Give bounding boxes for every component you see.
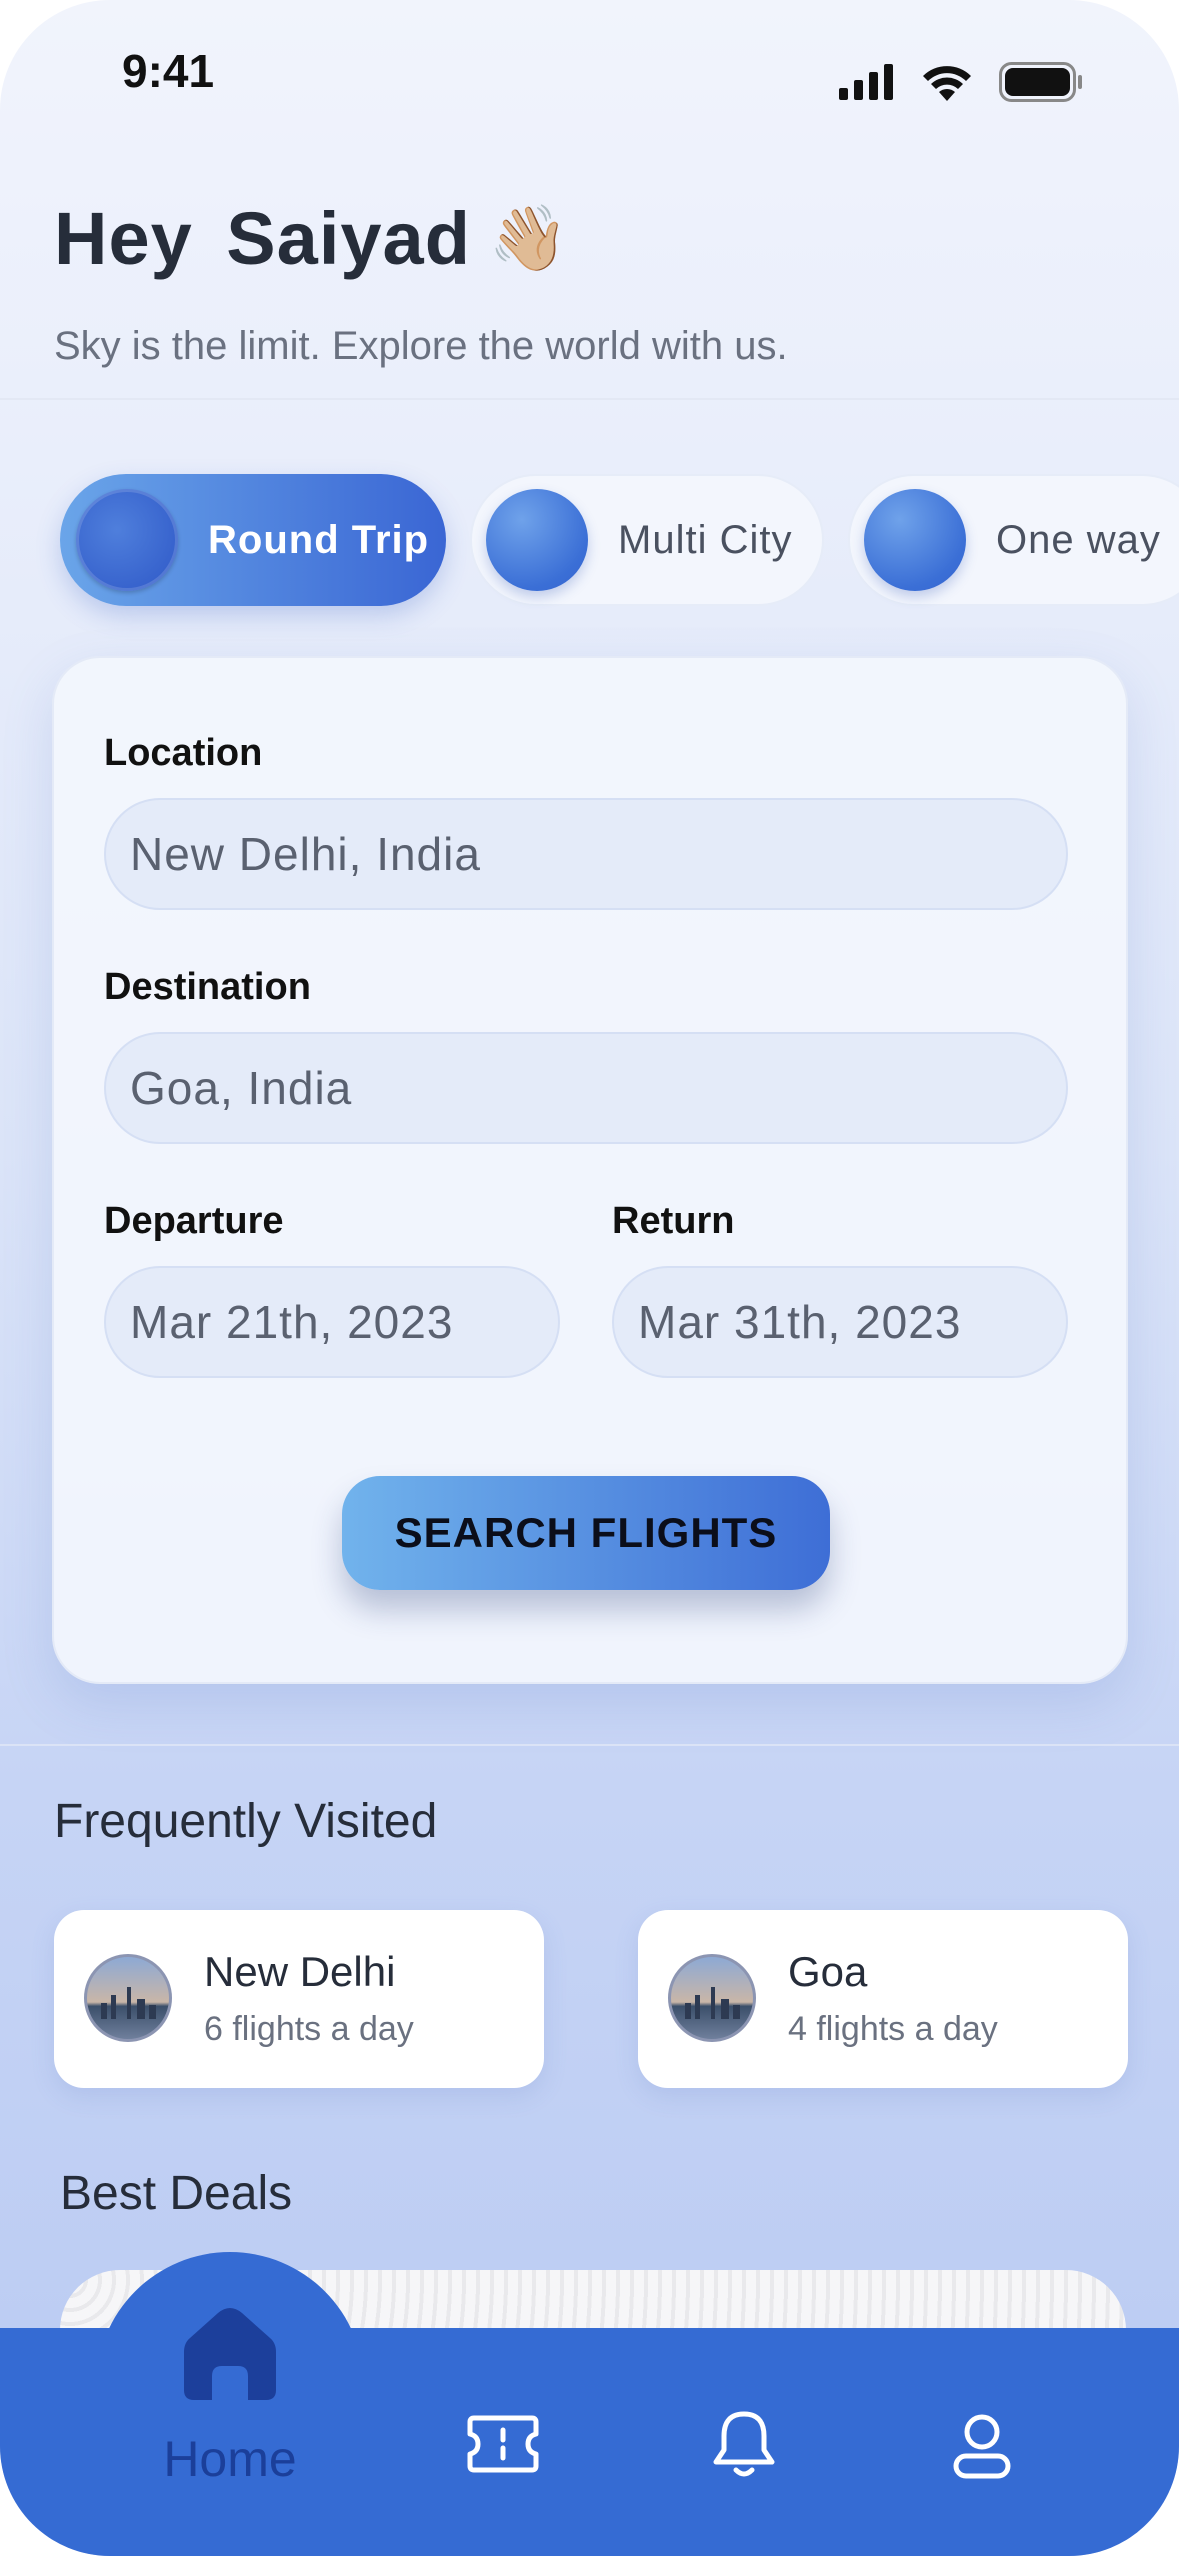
radio-indicator <box>486 489 588 591</box>
ticket-icon <box>467 2415 539 2473</box>
battery-icon <box>999 62 1082 102</box>
return-label: Return <box>612 1200 735 1242</box>
return-date-input[interactable]: Mar 31th, 2023 <box>612 1266 1068 1378</box>
trip-type-label: Multi City <box>618 517 793 562</box>
trip-type-label: Round Trip <box>208 517 430 562</box>
search-flights-button[interactable]: SEARCH FLIGHTS <box>342 1476 830 1590</box>
trip-type-multi-city[interactable]: Multi City <box>470 474 824 606</box>
status-time: 9:41 <box>122 45 215 97</box>
city-thumbnail <box>668 1954 756 2042</box>
destination-label: Destination <box>104 966 311 1008</box>
trip-type-label: One way <box>996 517 1161 562</box>
destination-card-goa[interactable]: Goa 4 flights a day <box>638 1910 1128 2088</box>
frequently-visited-title: Frequently Visited <box>54 1795 438 1848</box>
wifi-icon <box>923 66 971 101</box>
trip-type-round-trip[interactable]: Round Trip <box>60 474 446 606</box>
radio-indicator <box>76 489 178 591</box>
profile-icon <box>953 2414 1011 2479</box>
greeting-title: Hey Saiyad <box>54 197 471 280</box>
nav-home[interactable]: Home <box>130 2300 330 2488</box>
city-name: New Delhi <box>204 1948 396 1995</box>
destination-card-new-delhi[interactable]: New Delhi 6 flights a day <box>54 1910 544 2088</box>
section-divider <box>0 1744 1179 1746</box>
flights-per-day: 4 flights a day <box>788 2010 998 2048</box>
nav-profile[interactable] <box>952 2412 1012 2480</box>
bell-icon <box>713 2411 775 2477</box>
app-screen: 9:41 Hey Saiyad 👋🏼 Sky is the limit. Exp… <box>0 0 1179 2556</box>
best-deals-title: Best Deals <box>60 2167 293 2220</box>
radio-indicator <box>864 489 966 591</box>
greeting-subtitle: Sky is the limit. Explore the world with… <box>54 324 788 368</box>
status-icons <box>839 62 1083 102</box>
nav-home-label: Home <box>163 2431 297 2487</box>
greeting: Hey Saiyad 👋🏼 <box>54 196 569 281</box>
header-divider <box>0 398 1179 400</box>
city-thumbnail <box>84 1954 172 2042</box>
nav-tickets[interactable] <box>466 2414 540 2474</box>
nav-notifications[interactable] <box>712 2410 776 2480</box>
flights-per-day: 6 flights a day <box>204 2010 414 2048</box>
home-icon <box>184 2308 276 2400</box>
location-label: Location <box>104 732 263 774</box>
trip-type-one-way[interactable]: One way <box>848 474 1179 606</box>
city-name: Goa <box>788 1948 868 1995</box>
location-input[interactable]: New Delhi, India <box>104 798 1068 910</box>
departure-date-input[interactable]: Mar 21th, 2023 <box>104 1266 560 1378</box>
destination-input[interactable]: Goa, India <box>104 1032 1068 1144</box>
wave-icon: 👋🏼 <box>488 202 569 274</box>
departure-label: Departure <box>104 1200 284 1242</box>
signal-icon <box>839 64 893 100</box>
